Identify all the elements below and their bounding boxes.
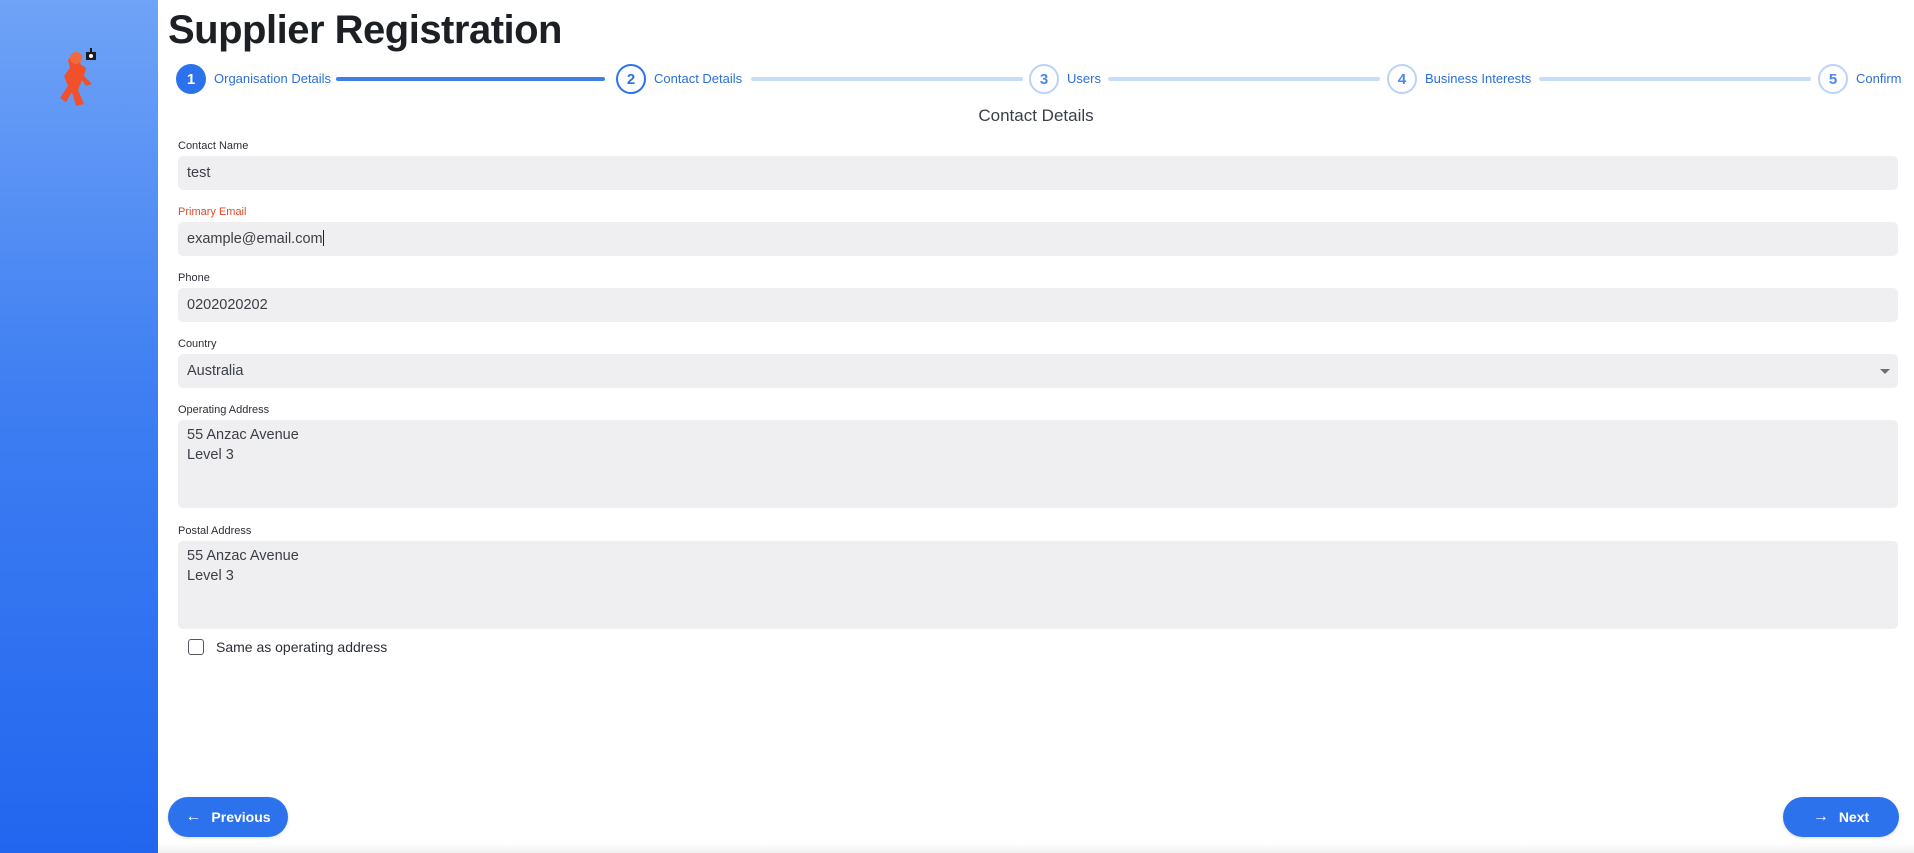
step-4-connector	[1539, 77, 1811, 81]
step-4-circle[interactable]: 4	[1387, 64, 1417, 94]
contact-name-input[interactable]: test	[178, 156, 1898, 190]
arrow-right-icon: →	[1812, 808, 1829, 825]
step-5-circle[interactable]: 5	[1818, 64, 1848, 94]
step-2-connector	[751, 77, 1023, 81]
phone-value: 0202020202	[187, 297, 268, 313]
country-label: Country	[178, 338, 217, 350]
arrow-left-icon: ←	[185, 808, 202, 825]
text-cursor	[322, 230, 324, 246]
next-button[interactable]: → Next	[1783, 797, 1899, 837]
step-2-circle[interactable]: 2	[616, 64, 646, 94]
step-5-label[interactable]: Confirm	[1856, 71, 1902, 86]
same-as-operating-checkbox[interactable]	[188, 639, 204, 655]
same-as-operating-label[interactable]: Same as operating address	[216, 639, 387, 655]
contact-name-label: Contact Name	[178, 140, 249, 152]
same-as-operating-row[interactable]: Same as operating address	[188, 638, 387, 656]
country-value: Australia	[187, 363, 244, 379]
section-title: Contact Details	[978, 106, 1094, 125]
primary-email-label: Primary Email	[178, 206, 247, 218]
phone-label: Phone	[178, 272, 210, 284]
sidebar	[0, 0, 158, 853]
chevron-down-icon[interactable]	[1880, 369, 1890, 374]
step-3-connector	[1108, 77, 1380, 81]
primary-email-input[interactable]: example@email.com	[178, 222, 1898, 256]
step-3-label[interactable]: Users	[1067, 71, 1101, 86]
step-1-label[interactable]: Organisation Details	[214, 71, 331, 86]
primary-email-value: example@email.com	[187, 231, 323, 247]
operating-address-label: Operating Address	[178, 404, 270, 416]
postal-address-label: Postal Address	[178, 525, 252, 537]
step-3-circle[interactable]: 3	[1029, 64, 1059, 94]
next-button-label: Next	[1838, 809, 1870, 825]
postal-address-textarea[interactable]: 55 Anzac Avenue Level 3	[178, 541, 1898, 629]
bottom-shadow	[158, 843, 1914, 853]
registration-stepper: 1 Organisation Details 2 Contact Details…	[176, 64, 1902, 94]
step-4-label[interactable]: Business Interests	[1425, 71, 1531, 86]
page-title: Supplier Registration	[168, 8, 563, 52]
main-content: Supplier Registration 1 Organisation Det…	[158, 0, 1914, 853]
phone-input[interactable]: 0202020202	[178, 288, 1898, 322]
brand-logo-icon[interactable]	[56, 46, 100, 110]
operating-address-textarea[interactable]: 55 Anzac Avenue Level 3	[178, 420, 1898, 508]
previous-button-label: Previous	[211, 809, 271, 825]
contact-name-value: test	[187, 165, 211, 181]
country-select[interactable]: Australia	[178, 354, 1898, 388]
step-1-connector	[336, 77, 605, 81]
step-1-circle[interactable]: 1	[176, 64, 206, 94]
previous-button[interactable]: ← Previous	[168, 797, 288, 837]
step-2-label[interactable]: Contact Details	[654, 71, 742, 86]
